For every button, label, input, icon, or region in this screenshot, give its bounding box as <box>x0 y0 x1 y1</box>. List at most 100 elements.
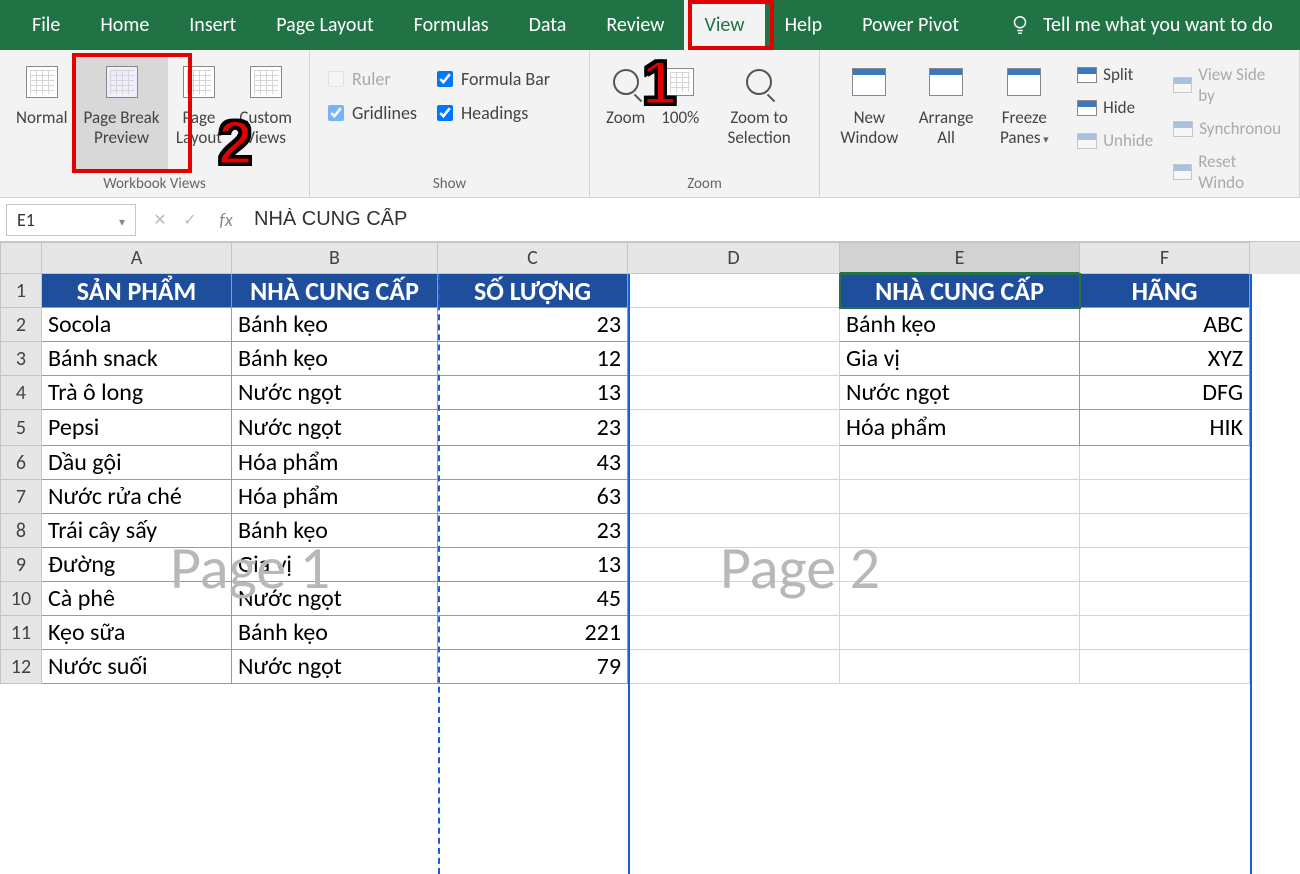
cell[interactable]: XYZ <box>1080 342 1250 376</box>
hide-button[interactable]: Hide <box>1073 95 1157 120</box>
cell[interactable]: DFG <box>1080 376 1250 410</box>
fx-button[interactable]: fx <box>208 209 244 231</box>
formula-bar-checkbox[interactable]: Formula Bar <box>437 68 550 90</box>
cell[interactable] <box>1080 582 1250 616</box>
split-button[interactable]: Split <box>1073 62 1157 87</box>
row-header[interactable]: 4 <box>0 376 42 410</box>
cell[interactable]: HÃNG <box>1080 274 1250 308</box>
cell[interactable]: Bánh kẹo <box>232 342 438 376</box>
new-window-button[interactable]: New Window <box>828 54 911 169</box>
cell[interactable]: 23 <box>438 308 628 342</box>
gridlines-checkbox[interactable]: Gridlines <box>328 102 417 124</box>
cell[interactable] <box>628 342 840 376</box>
headings-checkbox[interactable]: Headings <box>437 102 550 124</box>
cell[interactable] <box>628 582 840 616</box>
cell[interactable] <box>628 274 840 308</box>
menu-insert[interactable]: Insert <box>169 0 256 51</box>
cell[interactable]: HIK <box>1080 410 1250 446</box>
formula-input[interactable] <box>244 204 1300 236</box>
cell[interactable] <box>1080 650 1250 684</box>
name-box-dropdown-icon[interactable] <box>119 209 125 231</box>
row-header[interactable]: 12 <box>0 650 42 684</box>
cell[interactable]: SỐ LƯỢNG <box>438 274 628 308</box>
cell[interactable]: Trà ô long <box>42 376 232 410</box>
cell[interactable]: Kẹo sữa <box>42 616 232 650</box>
row-header[interactable]: 10 <box>0 582 42 616</box>
col-header-B[interactable]: B <box>232 242 438 274</box>
row-header[interactable]: 6 <box>0 446 42 480</box>
cell[interactable] <box>628 548 840 582</box>
cell[interactable]: Bánh kẹo <box>232 514 438 548</box>
cell[interactable]: 23 <box>438 514 628 548</box>
cell[interactable] <box>1080 616 1250 650</box>
col-header-D[interactable]: D <box>628 242 840 274</box>
cell[interactable] <box>628 514 840 548</box>
cell[interactable]: 63 <box>438 480 628 514</box>
cell[interactable] <box>628 376 840 410</box>
page-break-preview-button[interactable]: Page Break Preview <box>76 54 168 169</box>
cell[interactable]: Gia vị <box>840 342 1080 376</box>
cell[interactable]: Bánh kẹo <box>232 308 438 342</box>
page-break-line-3[interactable] <box>1250 274 1252 874</box>
col-header-A[interactable]: A <box>42 242 232 274</box>
row-header[interactable]: 2 <box>0 308 42 342</box>
cell[interactable]: 13 <box>438 548 628 582</box>
cell[interactable]: SẢN PHẨM <box>42 274 232 308</box>
name-box[interactable]: E1 <box>6 204 136 236</box>
cell[interactable]: Nước ngọt <box>840 376 1080 410</box>
menu-page-layout[interactable]: Page Layout <box>256 0 393 51</box>
zoom-100-button[interactable]: 100% <box>653 54 707 169</box>
row-header[interactable]: 8 <box>0 514 42 548</box>
zoom-selection-button[interactable]: Zoom to Selection <box>707 54 811 169</box>
cell[interactable] <box>628 410 840 446</box>
cell[interactable] <box>1080 480 1250 514</box>
col-header-F[interactable]: F <box>1080 242 1250 274</box>
cell[interactable] <box>840 582 1080 616</box>
arrange-all-button[interactable]: Arrange All <box>911 54 982 169</box>
cell[interactable] <box>840 480 1080 514</box>
menu-help[interactable]: Help <box>765 0 843 51</box>
cell[interactable]: Hóa phẩm <box>840 410 1080 446</box>
row-header[interactable]: 7 <box>0 480 42 514</box>
cell[interactable]: NHÀ CUNG CẤP <box>232 274 438 308</box>
cell[interactable]: Nước ngọt <box>232 650 438 684</box>
cell[interactable] <box>840 650 1080 684</box>
cell[interactable]: Trái cây sấy <box>42 514 232 548</box>
cell[interactable] <box>1080 514 1250 548</box>
cell[interactable]: Bánh kẹo <box>840 308 1080 342</box>
menu-power-pivot[interactable]: Power Pivot <box>842 0 979 51</box>
cell[interactable]: Pepsi <box>42 410 232 446</box>
cell[interactable]: Cà phê <box>42 582 232 616</box>
cell[interactable]: NHÀ CUNG CẤP <box>840 274 1080 308</box>
cell[interactable]: 43 <box>438 446 628 480</box>
cell[interactable]: 79 <box>438 650 628 684</box>
cell[interactable]: Bánh snack <box>42 342 232 376</box>
cell[interactable]: Đường <box>42 548 232 582</box>
select-all-corner[interactable] <box>0 242 42 274</box>
zoom-button[interactable]: Zoom <box>598 54 653 169</box>
row-header[interactable]: 3 <box>0 342 42 376</box>
menu-data[interactable]: Data <box>509 0 587 51</box>
menu-home[interactable]: Home <box>80 0 169 51</box>
cell[interactable] <box>840 514 1080 548</box>
cell[interactable]: Nước ngọt <box>232 582 438 616</box>
row-header[interactable]: 11 <box>0 616 42 650</box>
cell[interactable]: Dầu gội <box>42 446 232 480</box>
cell[interactable]: 23 <box>438 410 628 446</box>
tell-me-box[interactable]: Tell me what you want to do <box>1009 13 1273 37</box>
cell[interactable] <box>628 480 840 514</box>
cell[interactable]: Nước rửa ché <box>42 480 232 514</box>
cell[interactable] <box>840 548 1080 582</box>
freeze-panes-button[interactable]: Freeze Panes <box>981 54 1067 169</box>
cell[interactable]: 12 <box>438 342 628 376</box>
cell[interactable]: ABC <box>1080 308 1250 342</box>
cell[interactable]: Bánh kẹo <box>232 616 438 650</box>
row-header[interactable]: 1 <box>0 274 42 308</box>
spreadsheet-grid[interactable]: A B C D E F 1SẢN PHẨMNHÀ CUNG CẤPSỐ LƯỢN… <box>0 242 1300 684</box>
cell[interactable]: 45 <box>438 582 628 616</box>
cell[interactable]: Socola <box>42 308 232 342</box>
menu-formulas[interactable]: Formulas <box>394 0 509 51</box>
col-header-E[interactable]: E <box>840 242 1080 274</box>
cell[interactable] <box>840 446 1080 480</box>
cell[interactable]: Nước ngọt <box>232 376 438 410</box>
